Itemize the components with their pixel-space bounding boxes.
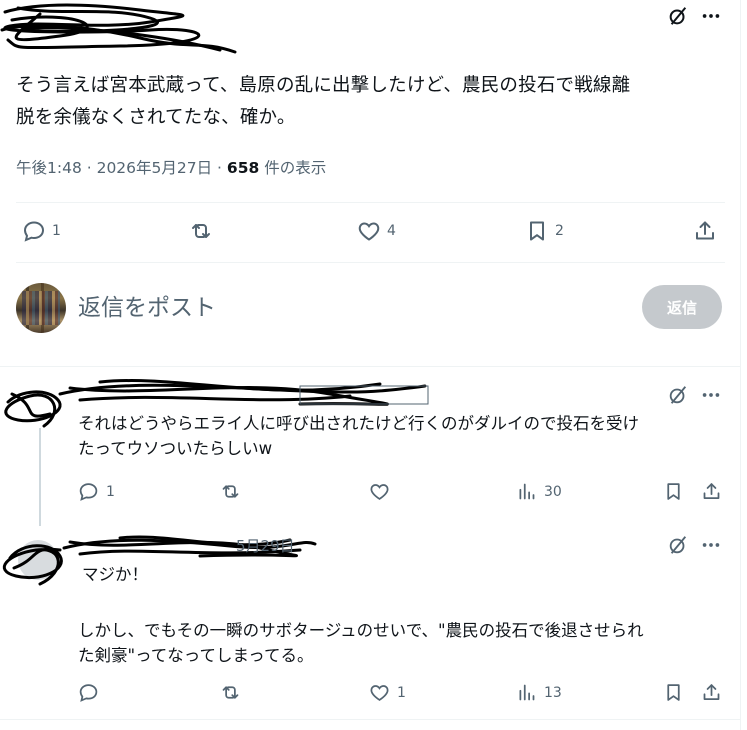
share-icon	[703, 483, 720, 499]
view-label: 件の表示	[259, 159, 327, 177]
grok-icon[interactable]	[664, 381, 692, 409]
bookmark-button[interactable]	[663, 481, 684, 502]
share-icon	[696, 221, 714, 240]
bookmark-icon	[530, 221, 544, 241]
main-post-text: そう言えば宮本武蔵って、島原の乱に出撃したけど、農民の投石で戦線離 脱を余儀なく…	[16, 70, 728, 134]
post-timestamp[interactable]: 午後1:48 · 2026年5月27日 ·	[16, 159, 227, 177]
reply-icon	[23, 221, 45, 242]
timeline-column: そう言えば宮本武蔵って、島原の乱に出撃したけど、農民の投石で戦線離 脱を余儀なく…	[0, 0, 741, 730]
view-count: 658	[226, 159, 260, 177]
avatar[interactable]	[16, 283, 66, 333]
repost-icon	[192, 224, 210, 238]
more-icon[interactable]	[697, 2, 725, 30]
like-button[interactable]	[369, 481, 397, 502]
views-icon	[519, 483, 535, 500]
post-meta: 午後1:48 · 2026年5月27日 · 658 件の表示	[16, 156, 326, 178]
like-button[interactable]: 1	[369, 682, 406, 703]
like-icon	[370, 484, 389, 500]
like-button[interactable]: 4	[357, 219, 396, 243]
reply-action-bar: 1 30	[0, 475, 741, 515]
grok-icon[interactable]	[664, 2, 692, 30]
reply-icon	[79, 483, 98, 501]
reply-text-line: それはどうやらエライ人に呼び出されたけど行くのがダルイので投石を受け	[78, 414, 639, 433]
views-count: 13	[544, 684, 562, 701]
reply-icon	[79, 684, 98, 702]
share-button[interactable]	[701, 481, 722, 502]
like-icon	[358, 222, 380, 241]
reply-action-bar: 1 13	[0, 676, 741, 716]
reply-date-fragment: 5月29日	[236, 537, 295, 555]
reply-button[interactable]: 1	[78, 481, 115, 502]
reply-button[interactable]	[78, 682, 106, 703]
main-post-text-line: そう言えば宮本武蔵って、島原の乱に出撃したけど、農民の投石で戦線離	[16, 75, 631, 96]
divider	[16, 202, 725, 203]
reply-text-line: しかし、でもその一瞬のサボタージュのせいで、"農民の投石で後退させられ	[78, 621, 644, 640]
repost-icon	[222, 686, 239, 699]
main-action-bar: 1 4 2	[0, 212, 741, 252]
divider	[0, 366, 741, 367]
reply-text: それはどうやらエライ人に呼び出されたけど行くのがダルイので投石を受け たってウソ…	[78, 411, 728, 461]
bookmark-icon	[667, 684, 680, 701]
more-icon[interactable]	[697, 531, 725, 559]
repost-button[interactable]	[189, 219, 219, 243]
bookmark-button[interactable]	[663, 682, 684, 703]
reply-submit-button[interactable]: 返信	[642, 285, 722, 329]
views-button[interactable]: 13	[516, 682, 562, 703]
main-post-text-line: 脱を余儀なくされてたな、確か。	[16, 107, 296, 128]
bookmark-count: 2	[555, 223, 564, 239]
redaction-scribble	[0, 3, 237, 54]
like-count: 1	[397, 684, 406, 701]
share-button[interactable]	[693, 219, 717, 243]
views-count: 30	[544, 483, 562, 500]
reply-text-line: た剣豪"ってなってしまってる。	[78, 646, 314, 665]
reply-input[interactable]	[78, 288, 598, 328]
bookmark-icon	[667, 483, 680, 500]
divider	[0, 719, 741, 720]
divider	[16, 262, 725, 263]
bookmark-button[interactable]: 2	[525, 219, 564, 243]
reply-button[interactable]: 1	[22, 219, 61, 243]
more-icon[interactable]	[697, 381, 725, 409]
share-button[interactable]	[701, 682, 722, 703]
reply-text-line: マジか！	[82, 565, 148, 584]
repost-button[interactable]	[220, 682, 248, 703]
grok-icon[interactable]	[664, 531, 692, 559]
reply-text: マジか！ しかし、でもその一瞬のサボタージュのせいで、"農民の投石で後退させられ…	[78, 562, 728, 668]
share-icon	[703, 684, 720, 700]
reply-text-line: たってウソついたらしいw	[78, 439, 273, 458]
like-icon	[370, 685, 389, 701]
repost-icon	[222, 485, 239, 498]
views-button[interactable]: 30	[516, 481, 562, 502]
main-post-header	[0, 0, 741, 60]
reply-text-line	[78, 587, 728, 612]
views-icon	[519, 684, 535, 701]
reply-count: 1	[52, 223, 61, 239]
like-count: 4	[387, 223, 396, 239]
reply-count: 1	[106, 483, 115, 500]
repost-button[interactable]	[220, 481, 248, 502]
avatar[interactable]	[18, 540, 58, 580]
